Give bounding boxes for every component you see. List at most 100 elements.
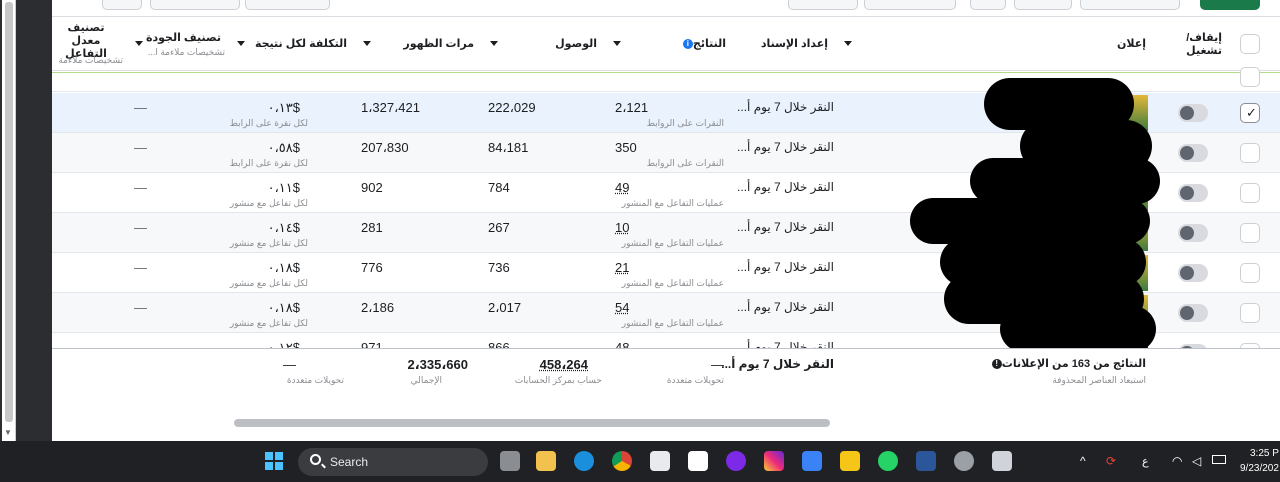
canva-icon[interactable] bbox=[726, 451, 746, 471]
chevron-up-icon[interactable]: ^ bbox=[1080, 454, 1086, 468]
toggle-knob bbox=[1180, 186, 1194, 200]
paint-icon[interactable] bbox=[992, 451, 1012, 471]
reach-value: 222،029 bbox=[488, 100, 536, 115]
impressions-value: 207،830 bbox=[361, 140, 409, 155]
toolbar-button[interactable] bbox=[245, 0, 330, 10]
ad-toggle[interactable] bbox=[1178, 184, 1208, 202]
store-icon[interactable] bbox=[650, 451, 670, 471]
chevron-down-icon[interactable] bbox=[363, 41, 371, 46]
header-toggle[interactable]: إيقاف/ تشغيل bbox=[1155, 17, 1230, 72]
toolbar-button[interactable] bbox=[864, 0, 956, 10]
header-results[interactable]: النتائجi bbox=[605, 17, 734, 72]
attribution-cell: النقر خلال 7 يوم أ... bbox=[737, 100, 834, 114]
row-checkbox[interactable] bbox=[1240, 303, 1260, 323]
toolbar-button[interactable] bbox=[150, 0, 240, 10]
results-value[interactable]: 2،121 bbox=[615, 100, 648, 115]
attribution-cell: النقر خلال 7 يوم أ... bbox=[737, 180, 834, 194]
results-value[interactable]: 21 bbox=[615, 260, 629, 275]
chevron-down-icon[interactable] bbox=[844, 41, 852, 46]
row-checkbox[interactable]: ✓ bbox=[1240, 103, 1260, 123]
quality-value: — bbox=[134, 300, 147, 315]
results-sub: عمليات التفاعل مع المنشور bbox=[621, 198, 724, 208]
results-value[interactable]: 54 bbox=[615, 300, 629, 315]
header-reach[interactable]: الوصول bbox=[482, 17, 605, 72]
info-icon[interactable]: ! bbox=[991, 359, 1002, 370]
wifi-icon[interactable]: ◠ bbox=[1172, 454, 1182, 468]
toggle-knob bbox=[1180, 306, 1194, 320]
word-icon[interactable] bbox=[916, 451, 936, 471]
toolbar-button[interactable] bbox=[970, 0, 1006, 10]
header-impressions[interactable]: مرات الظهور bbox=[355, 17, 482, 72]
quality-value: — bbox=[134, 260, 147, 275]
header-quality-ranking[interactable]: تصنيف الجودة تشخيصات ملاءمة ا... bbox=[127, 17, 229, 72]
header-attribution[interactable]: إعداد الإسناد bbox=[734, 17, 836, 72]
row-checkbox[interactable] bbox=[1240, 143, 1260, 163]
quality-value: — bbox=[134, 140, 147, 155]
cost-sub: لكل تفاعل مع منشور bbox=[229, 318, 308, 328]
battery-icon[interactable] bbox=[1212, 455, 1226, 464]
volume-icon[interactable]: ◁ bbox=[1192, 454, 1201, 468]
footer-title: النتائج من 163 من الإعلانات! bbox=[989, 357, 1146, 370]
reach-value: 84،181 bbox=[488, 140, 529, 155]
cost-value: $٠،٥٨ bbox=[267, 140, 300, 155]
row-checkbox[interactable] bbox=[1240, 223, 1260, 243]
row-checkbox[interactable] bbox=[1240, 183, 1260, 203]
results-value[interactable]: 10 bbox=[615, 220, 629, 235]
app-icon[interactable] bbox=[840, 451, 860, 471]
ad-toggle[interactable] bbox=[1178, 224, 1208, 242]
toolbar-button[interactable] bbox=[1080, 0, 1180, 10]
sync-icon[interactable]: ⟳ bbox=[1106, 454, 1116, 468]
clock-time[interactable]: 3:25 P bbox=[1250, 448, 1279, 459]
toolbar-button[interactable] bbox=[788, 0, 858, 10]
instagram-icon[interactable] bbox=[764, 451, 784, 471]
results-sub: عمليات التفاعل مع المنشور bbox=[621, 318, 724, 328]
horizontal-scrollbar-thumb[interactable] bbox=[234, 419, 830, 427]
language-indicator[interactable]: ع bbox=[1142, 455, 1149, 468]
todo-icon[interactable] bbox=[802, 451, 822, 471]
ad-toggle[interactable] bbox=[1178, 304, 1208, 322]
toolbar bbox=[52, 0, 1280, 16]
chevron-down-icon[interactable] bbox=[237, 41, 245, 46]
taskbar-search[interactable]: Search bbox=[298, 448, 488, 476]
toggle-knob bbox=[1180, 146, 1194, 160]
file-explorer-icon[interactable] bbox=[536, 451, 556, 471]
edge-icon[interactable] bbox=[574, 451, 594, 471]
toolbar-button[interactable] bbox=[1014, 0, 1072, 10]
scroll-down-arrow-icon[interactable]: ▼ bbox=[4, 428, 12, 437]
info-icon[interactable]: i bbox=[682, 39, 693, 50]
ad-toggle[interactable] bbox=[1178, 104, 1208, 122]
vertical-scrollbar-thumb[interactable] bbox=[5, 2, 13, 422]
toolbar-button[interactable] bbox=[102, 0, 142, 10]
chevron-down-icon[interactable] bbox=[135, 41, 143, 46]
cost-value: $٠،١٨ bbox=[267, 300, 300, 315]
row-checkbox[interactable] bbox=[1240, 67, 1260, 87]
reach-value: 2،017 bbox=[488, 300, 522, 315]
vertical-scrollbar[interactable]: ▼ bbox=[2, 0, 16, 441]
ad-toggle[interactable] bbox=[1178, 264, 1208, 282]
windows-start-icon[interactable] bbox=[264, 451, 284, 471]
quality-value: — bbox=[134, 180, 147, 195]
task-view-icon[interactable] bbox=[500, 451, 520, 471]
search-icon bbox=[310, 454, 321, 465]
settings-icon[interactable] bbox=[954, 451, 974, 471]
capcut-icon[interactable] bbox=[688, 451, 708, 471]
chevron-down-icon[interactable] bbox=[613, 41, 621, 46]
header-cost-per-result[interactable]: التكلفة لكل نتيجة bbox=[229, 17, 355, 72]
impressions-value: 281 bbox=[361, 220, 383, 235]
results-value[interactable]: 350 bbox=[615, 140, 637, 155]
cost-sub: لكل نقرة على الرابط bbox=[229, 158, 308, 168]
clock-date[interactable]: 9/23/202 bbox=[1240, 463, 1279, 474]
impressions-value: 902 bbox=[361, 180, 383, 195]
header-engagement-ranking[interactable]: تصنيف معدل التفاعل تشخيصات ملاءمة bbox=[52, 17, 127, 72]
create-button[interactable] bbox=[1200, 0, 1260, 10]
select-all-checkbox[interactable] bbox=[1240, 34, 1260, 54]
results-value[interactable]: 49 bbox=[615, 180, 629, 195]
row-checkbox[interactable] bbox=[1240, 263, 1260, 283]
chevron-down-icon[interactable] bbox=[490, 41, 498, 46]
attribution-cell: النقر خلال 7 يوم أ... bbox=[737, 220, 834, 234]
ad-toggle[interactable] bbox=[1178, 144, 1208, 162]
header-ad-name[interactable]: إعلان bbox=[836, 17, 1154, 72]
windows-taskbar: Search ^ ⟳ ع ◠ ◁ 3:25 P 9/23/202 bbox=[0, 441, 1280, 482]
whatsapp-icon[interactable] bbox=[878, 451, 898, 471]
chrome-icon[interactable] bbox=[612, 451, 632, 471]
